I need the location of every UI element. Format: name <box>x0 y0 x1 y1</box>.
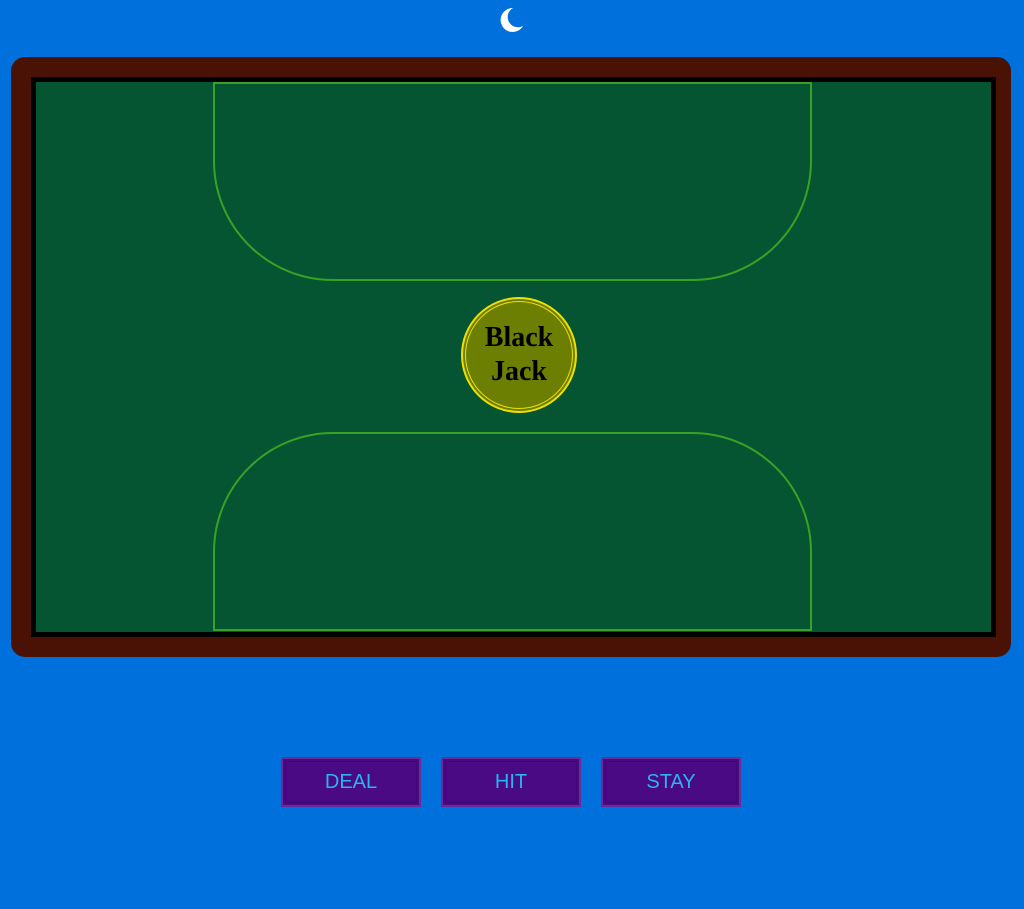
theme-toggle-button[interactable] <box>496 5 526 35</box>
blackjack-logo: Black Jack <box>461 297 577 413</box>
dealer-card-area <box>213 82 812 281</box>
logo-text: Black Jack <box>485 321 553 389</box>
logo-line-1: Black <box>484 322 554 353</box>
deal-button[interactable]: DEAL <box>281 757 421 807</box>
player-card-area <box>213 432 812 631</box>
game-controls: DEAL HIT STAY <box>281 757 741 807</box>
moon-icon <box>500 7 523 32</box>
logo-line-2: Jack <box>491 356 547 387</box>
blackjack-table: Black Jack <box>11 57 1011 657</box>
table-felt: Black Jack <box>31 77 996 637</box>
hit-button[interactable]: HIT <box>441 757 581 807</box>
stay-button[interactable]: STAY <box>601 757 741 807</box>
